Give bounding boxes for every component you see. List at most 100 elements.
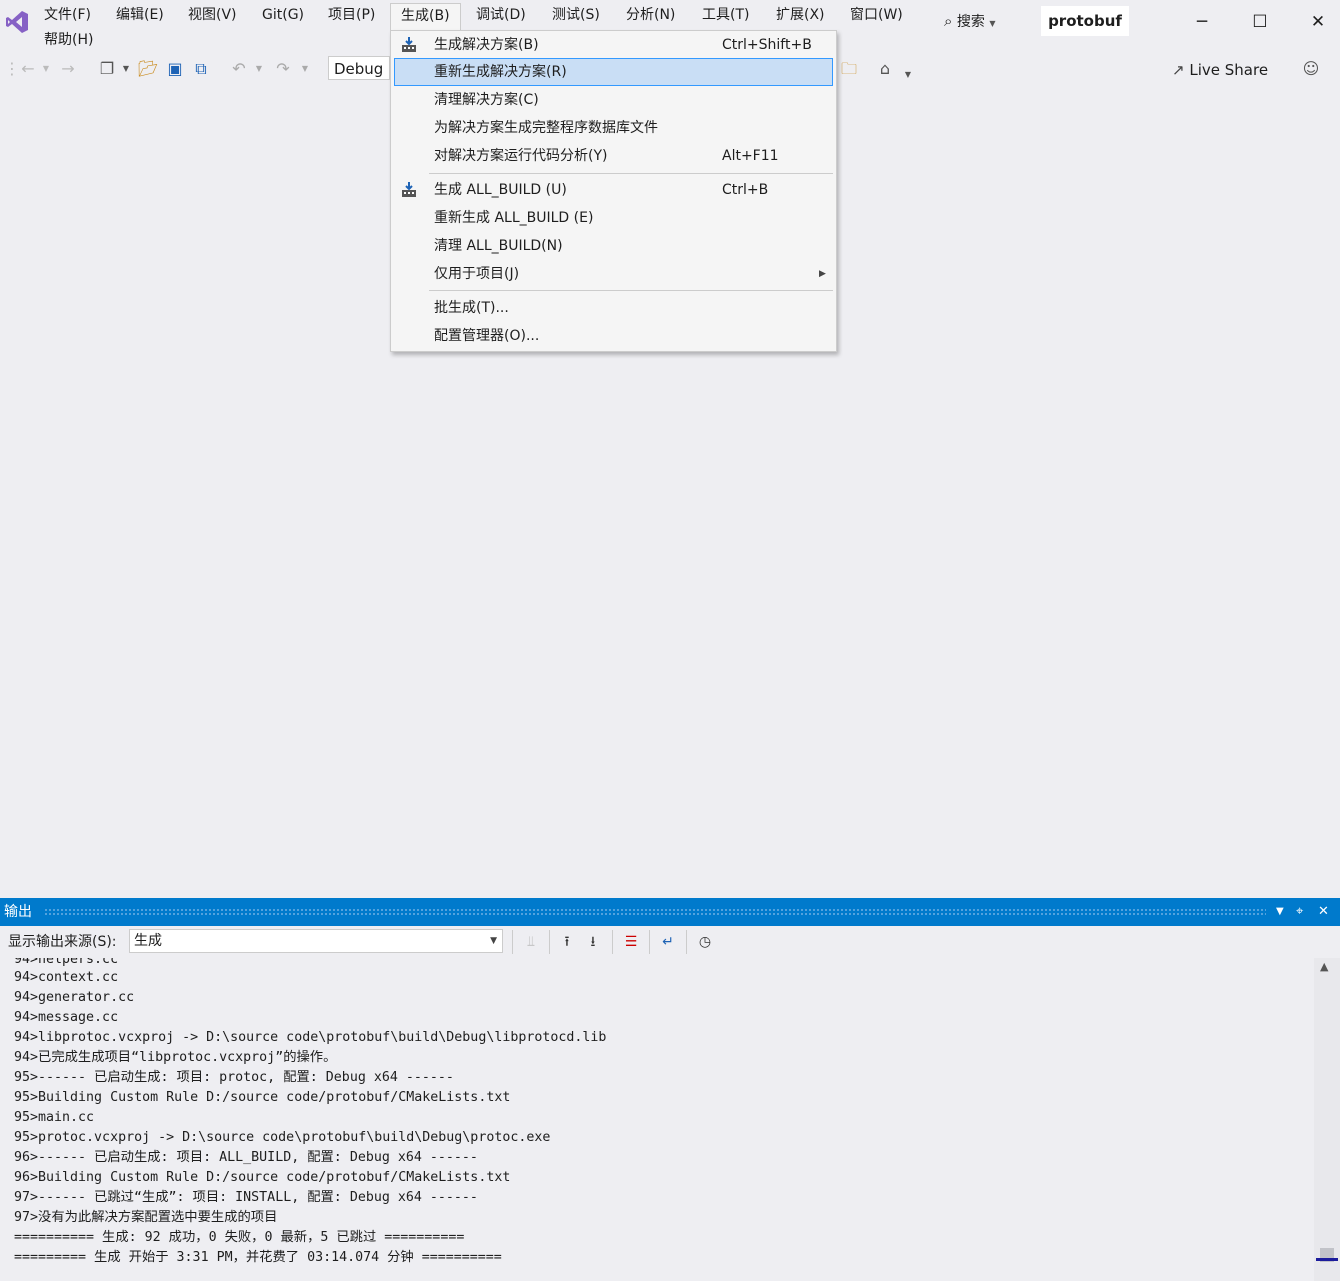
redo-icon: ↷ <box>276 59 290 78</box>
previous-message-button[interactable]: ⭱ <box>556 931 578 953</box>
menu-extensions[interactable]: 扩展(X) <box>774 4 827 26</box>
menu-item-run-code-analysis[interactable]: 对解决方案运行代码分析(Y) Alt+F11 <box>394 142 833 170</box>
menu-item-batch-build[interactable]: 批生成(T)... <box>394 294 833 322</box>
output-panel-header[interactable]: 输出 ▼ ⌖ ✕ <box>0 898 1340 926</box>
toggle-word-wrap-button[interactable]: ↵ <box>657 931 679 953</box>
menu-project[interactable]: 项目(P) <box>326 4 377 26</box>
scroll-position-marker <box>1316 1258 1338 1261</box>
chevron-down-icon: ▼ <box>490 936 497 946</box>
live-share-button[interactable]: ↗ Live Share <box>1172 58 1268 82</box>
show-timestamps-button[interactable]: ◷ <box>694 931 716 953</box>
back-dropdown[interactable]: ▼ <box>41 59 51 79</box>
scroll-up-icon[interactable]: ▲ <box>1320 960 1328 973</box>
output-line: 94>libprotoc.vcxproj -> D:\source code\p… <box>14 1030 607 1045</box>
menu-tools[interactable]: 工具(T) <box>700 4 751 26</box>
menu-test[interactable]: 测试(S) <box>550 4 602 26</box>
toolbar-grip[interactable]: ⋮ <box>4 59 20 79</box>
toolbar-options-dropdown[interactable]: ▼ <box>902 65 914 85</box>
undo-icon: ↶ <box>232 59 246 78</box>
maximize-icon: ☐ <box>1252 12 1268 32</box>
clear-all-button[interactable]: ☰ <box>620 931 642 953</box>
find-message-in-code-button[interactable]: ⫫ <box>520 931 542 953</box>
chevron-down-icon: ▼ <box>255 64 263 73</box>
menu-debug[interactable]: 调试(D) <box>474 4 528 26</box>
maximize-button[interactable]: ☐ <box>1240 6 1280 38</box>
live-share-label: Live Share <box>1189 61 1269 79</box>
project-title: protobuf <box>1041 6 1129 36</box>
output-line: 94>message.cc <box>14 1010 119 1025</box>
back-arrow-icon: ← <box>21 59 35 78</box>
new-item-dropdown[interactable]: ▼ <box>121 59 131 79</box>
output-text-area[interactable]: 94>helpers.cc 94>context.cc 94>generator… <box>0 958 1314 1281</box>
next-message-button[interactable]: ⭳ <box>582 931 604 953</box>
menu-item-configuration-manager[interactable]: 配置管理器(O)... <box>394 322 833 350</box>
build-icon <box>402 182 416 197</box>
new-project-button[interactable]: ❐ <box>96 59 118 79</box>
menu-item-shortcut: Ctrl+Shift+B <box>722 37 812 53</box>
menu-view[interactable]: 视图(V) <box>186 4 239 26</box>
next-message-icon: ⭳ <box>590 934 596 950</box>
vertical-scrollbar[interactable] <box>1314 958 1340 1281</box>
folder-search-icon: 🗀︎ <box>840 59 857 78</box>
open-file-button[interactable]: 📂︎ <box>137 59 159 79</box>
find-in-files-button[interactable]: 🗀︎ <box>838 59 860 79</box>
menu-edit[interactable]: 编辑(E) <box>114 4 166 26</box>
menu-item-rebuild-solution[interactable]: 重新生成解决方案(R) <box>394 58 833 86</box>
solution-configuration-select[interactable]: Debug <box>328 56 390 80</box>
menu-separator <box>429 173 833 174</box>
toolbar-separator <box>549 930 550 954</box>
close-panel-button[interactable]: ✕ <box>1318 898 1329 926</box>
forward-button[interactable]: → <box>58 59 78 79</box>
redo-button[interactable]: ↷ <box>272 59 294 79</box>
menu-analyze[interactable]: 分析(N) <box>624 4 677 26</box>
menu-item-rebuild-all-build[interactable]: 重新生成 ALL_BUILD (E) <box>394 204 833 232</box>
menu-window[interactable]: 窗口(W) <box>848 4 905 26</box>
window-layout-icon: ⌂ <box>879 59 891 78</box>
build-icon <box>402 37 416 52</box>
feedback-button[interactable]: ☺ <box>1300 59 1322 79</box>
undo-button[interactable]: ↶ <box>228 59 250 79</box>
menu-item-build-all-build[interactable]: 生成 ALL_BUILD (U) Ctrl+B <box>394 176 833 204</box>
menu-item-project-only[interactable]: 仅用于项目(J) ▶ <box>394 260 833 288</box>
chevron-down-icon: ▼ <box>1276 906 1284 917</box>
window-position-dropdown[interactable]: ▼ <box>1276 898 1284 926</box>
menu-item-label: 生成解决方案(B) <box>434 37 539 53</box>
output-source-select[interactable]: 生成 ▼ <box>129 929 503 953</box>
menu-item-label: 清理解决方案(C) <box>434 92 539 108</box>
save-button[interactable]: ▣ <box>164 59 186 79</box>
window-layout-button[interactable]: ⌂ <box>874 59 896 79</box>
menu-git[interactable]: Git(G) <box>260 4 306 26</box>
undo-dropdown[interactable]: ▼ <box>254 59 264 79</box>
menu-help[interactable]: 帮助(H) <box>42 29 95 51</box>
toolbar-separator <box>512 930 513 954</box>
feedback-icon: ☺ <box>1302 59 1320 78</box>
menu-item-generate-pdb[interactable]: 为解决方案生成完整程序数据库文件 <box>394 114 833 142</box>
menu-item-clean-all-build[interactable]: 清理 ALL_BUILD(N) <box>394 232 833 260</box>
minimize-button[interactable]: ─ <box>1182 6 1222 38</box>
close-icon: ✕ <box>1318 904 1329 919</box>
share-icon: ↗ <box>1172 61 1185 79</box>
menu-item-label: 批生成(T)... <box>434 300 509 316</box>
chevron-down-icon: ▼ <box>122 64 130 73</box>
close-button[interactable]: ✕ <box>1298 6 1338 38</box>
menu-item-shortcut: Ctrl+B <box>722 182 769 198</box>
menu-build[interactable]: 生成(B) <box>390 3 461 31</box>
chevron-down-icon: ▼ <box>904 70 912 79</box>
output-source-label: 显示输出来源(S): <box>8 934 117 950</box>
save-all-button[interactable]: ⧉ <box>190 59 212 79</box>
output-line: 95>Building Custom Rule D:/source code/p… <box>14 1090 511 1105</box>
auto-hide-button[interactable]: ⌖ <box>1296 898 1303 926</box>
menu-item-build-solution[interactable]: 生成解决方案(B) Ctrl+Shift+B <box>394 31 833 59</box>
search-button[interactable]: ⌕ 搜索 ▼ <box>944 9 1018 33</box>
output-panel-title: 输出 <box>4 904 32 920</box>
back-button[interactable]: ← <box>18 59 38 79</box>
redo-dropdown[interactable]: ▼ <box>300 59 310 79</box>
word-wrap-icon: ↵ <box>662 934 674 950</box>
clear-all-icon: ☰ <box>624 934 638 950</box>
find-code-icon: ⫫ <box>527 934 535 950</box>
menu-item-label: 生成 ALL_BUILD (U) <box>434 182 567 198</box>
menu-item-clean-solution[interactable]: 清理解决方案(C) <box>394 86 833 114</box>
menu-file[interactable]: 文件(F) <box>42 4 93 26</box>
clock-icon: ◷ <box>698 934 712 950</box>
chevron-down-icon: ▼ <box>989 19 996 28</box>
